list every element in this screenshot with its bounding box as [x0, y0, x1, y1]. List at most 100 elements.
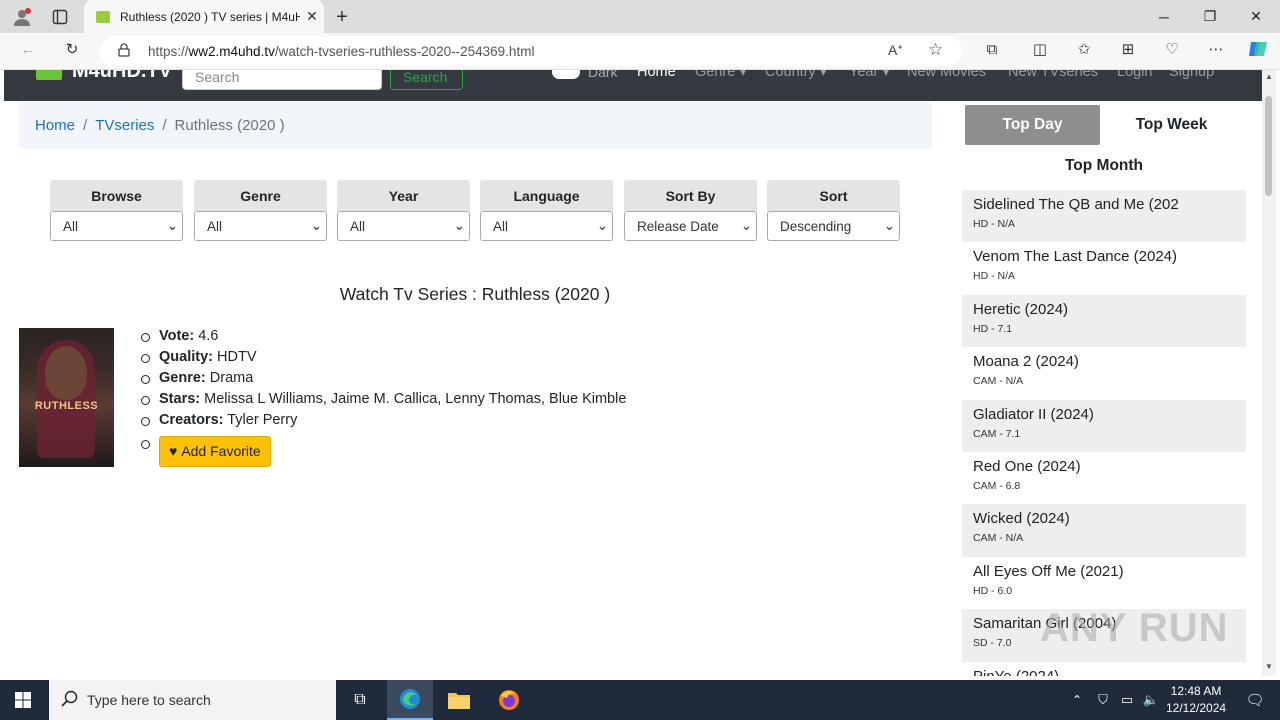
close-tab-icon[interactable]: ✕	[300, 8, 324, 25]
nav-login[interactable]: Login	[1117, 70, 1152, 80]
collections-icon[interactable]: ⊞	[1116, 37, 1140, 61]
sort-by-select[interactable]: Release Date ⌄	[624, 211, 757, 241]
site-navbar: M4uHD.TV Search Search Dark Home Genre ▾…	[4, 70, 1262, 101]
more-menu-icon[interactable]: ⋯	[1204, 37, 1228, 61]
task-view-icon[interactable]: ⧉	[337, 680, 383, 720]
site-search-button[interactable]: Search	[390, 70, 463, 90]
list-item[interactable]: Heretic (2024) HD - 7.1	[962, 294, 1246, 348]
item-meta: CAM - 7.1	[973, 427, 1021, 440]
language-select[interactable]: All ⌄	[480, 211, 613, 241]
scrollbar-thumb[interactable]	[1265, 96, 1272, 196]
browser-essentials-icon[interactable]: ♡	[1160, 37, 1184, 61]
genre-label: Genre:	[159, 370, 206, 386]
filter-label: Language	[480, 180, 613, 211]
series-details: Vote: 4.6 Quality: HDTV Genre: Drama Sta…	[141, 326, 626, 467]
favorites-icon[interactable]: ✩	[1072, 37, 1096, 61]
firefox-icon[interactable]	[486, 680, 532, 720]
nav-year[interactable]: Year ▾	[849, 70, 890, 80]
nav-genre[interactable]: Genre ▾	[695, 70, 747, 80]
list-item[interactable]: Gladiator II (2024) CAM - 7.1	[962, 399, 1246, 452]
edge-taskbar-icon[interactable]	[387, 680, 433, 720]
nav-new-tvseries[interactable]: New TVseries	[1008, 70, 1098, 80]
back-icon[interactable]: ←	[16, 37, 40, 61]
browse-select[interactable]: All ⌄	[50, 211, 183, 241]
close-window-icon[interactable]: ✕	[1233, 0, 1279, 33]
page-title: Watch Tv Series : Ruthless (2020 )	[339, 284, 611, 304]
scroll-up-icon[interactable]: ▲	[1265, 72, 1273, 81]
logo-text: M4uHD.TV	[72, 70, 172, 82]
nav-country[interactable]: Country ▾	[765, 70, 827, 80]
select-value: Descending	[780, 218, 852, 234]
list-item[interactable]: Sidelined The QB and Me (202 HD - N/A	[962, 190, 1246, 243]
tab-top-day[interactable]: Top Day	[965, 105, 1100, 145]
watermark-logo: ANY RUN	[1040, 606, 1229, 650]
nav-home[interactable]: Home	[637, 70, 676, 80]
tab-title: Ruthless (2020 ) TV series | M4uH	[120, 9, 300, 24]
list-item[interactable]: Venom The Last Dance (2024) HD - N/A	[962, 242, 1246, 294]
tab-top-month[interactable]: Top Month	[1032, 146, 1176, 186]
url-domain: ww2.m4uhd.tv	[188, 43, 275, 59]
notifications-icon[interactable]: 🗨	[1232, 680, 1278, 720]
refresh-icon[interactable]: ↻	[60, 37, 84, 61]
genre-value[interactable]: Drama	[210, 370, 254, 386]
quality-value: HDTV	[217, 349, 257, 365]
year-select[interactable]: All ⌄	[337, 211, 470, 241]
select-value: All	[350, 218, 366, 234]
list-item[interactable]: Wicked (2024) CAM - N/A	[962, 504, 1246, 557]
taskbar-clock[interactable]: 12:48 AM 12/12/2024	[1166, 683, 1226, 717]
copilot-icon[interactable]	[1246, 37, 1270, 61]
breadcrumb-tvseries[interactable]: TVseries	[95, 117, 154, 134]
site-search-input[interactable]: Search	[182, 70, 382, 90]
browser-tab[interactable]: Ruthless (2020 ) TV series | M4uH ✕	[84, 0, 324, 33]
breadcrumb-home[interactable]: Home	[35, 117, 75, 134]
taskbar-search-input[interactable]: Type here to search	[49, 680, 336, 720]
show-hidden-icons[interactable]: ⌃	[1062, 680, 1092, 720]
restore-icon[interactable]: ❐	[1187, 0, 1233, 33]
item-meta: CAM - N/A	[973, 375, 1024, 388]
profile-icon[interactable]	[10, 5, 34, 29]
nav-signup[interactable]: Signup	[1169, 70, 1214, 80]
read-aloud-icon[interactable]: Aᐩ	[888, 42, 903, 59]
add-favorite-button[interactable]: ♥ Add Favorite	[159, 436, 271, 467]
stars-value[interactable]: Melissa L Williams, Jaime M. Callica, Le…	[204, 391, 626, 407]
nav-new-movies[interactable]: New Movies	[907, 70, 986, 80]
favorite-star-icon[interactable]: ☆	[928, 40, 943, 60]
toggle-switch-icon	[552, 70, 580, 79]
list-item[interactable]: All Eyes Off Me (2021) HD - 6.0	[962, 557, 1246, 609]
item-title: Wicked (2024)	[973, 510, 1070, 528]
item-title: Heretic (2024)	[973, 300, 1069, 318]
breadcrumb-separator: /	[83, 117, 88, 134]
genre-select[interactable]: All ⌄	[194, 211, 327, 241]
item-title: PinYe (2024)	[973, 668, 1235, 676]
chevron-down-icon: ⌄	[740, 218, 752, 233]
network-icon[interactable]: ▭	[1114, 680, 1140, 720]
site-logo[interactable]: M4uHD.TV	[36, 70, 172, 83]
list-item[interactable]: Moana 2 (2024) CAM - N/A	[962, 347, 1246, 399]
select-value: All	[63, 218, 79, 234]
start-button[interactable]	[0, 680, 46, 720]
volume-icon[interactable]: 🔈	[1138, 680, 1164, 720]
filter-year: Year All ⌄	[337, 180, 470, 241]
dark-mode-toggle[interactable]: Dark	[552, 70, 618, 80]
poster-face	[45, 346, 87, 400]
defender-icon[interactable]: ⛉	[1090, 680, 1116, 720]
scroll-down-icon[interactable]: ▼	[1265, 662, 1273, 671]
new-tab-icon[interactable]: +	[330, 5, 354, 29]
page-scrollbar[interactable]: ▲ ▼	[1262, 70, 1276, 676]
filter-label: Sort	[767, 180, 900, 211]
split-screen-icon[interactable]: ◫	[1028, 37, 1052, 61]
file-explorer-icon[interactable]	[436, 680, 482, 720]
minimize-icon[interactable]: ─	[1141, 0, 1187, 33]
list-item[interactable]: Red One (2024) CAM - 6.8	[962, 452, 1246, 504]
creators-label: Creators:	[159, 412, 224, 428]
series-poster[interactable]: RUTHLESS	[19, 328, 114, 467]
sort-select[interactable]: Descending ⌄	[767, 211, 900, 241]
list-item[interactable]: PinYe (2024)	[962, 662, 1246, 676]
creators-value[interactable]: Tyler Perry	[227, 412, 297, 428]
extensions-icon[interactable]: ⧉	[980, 37, 1004, 61]
detail-favorite: ♥ Add Favorite	[141, 433, 626, 467]
url-field[interactable]: https://ww2.m4uhd.tv/watch-tvseries-ruth…	[100, 36, 962, 66]
clock-date: 12/12/2024	[1166, 701, 1227, 715]
tab-top-week[interactable]: Top Week	[1104, 105, 1239, 145]
tab-actions-icon[interactable]	[48, 5, 72, 29]
